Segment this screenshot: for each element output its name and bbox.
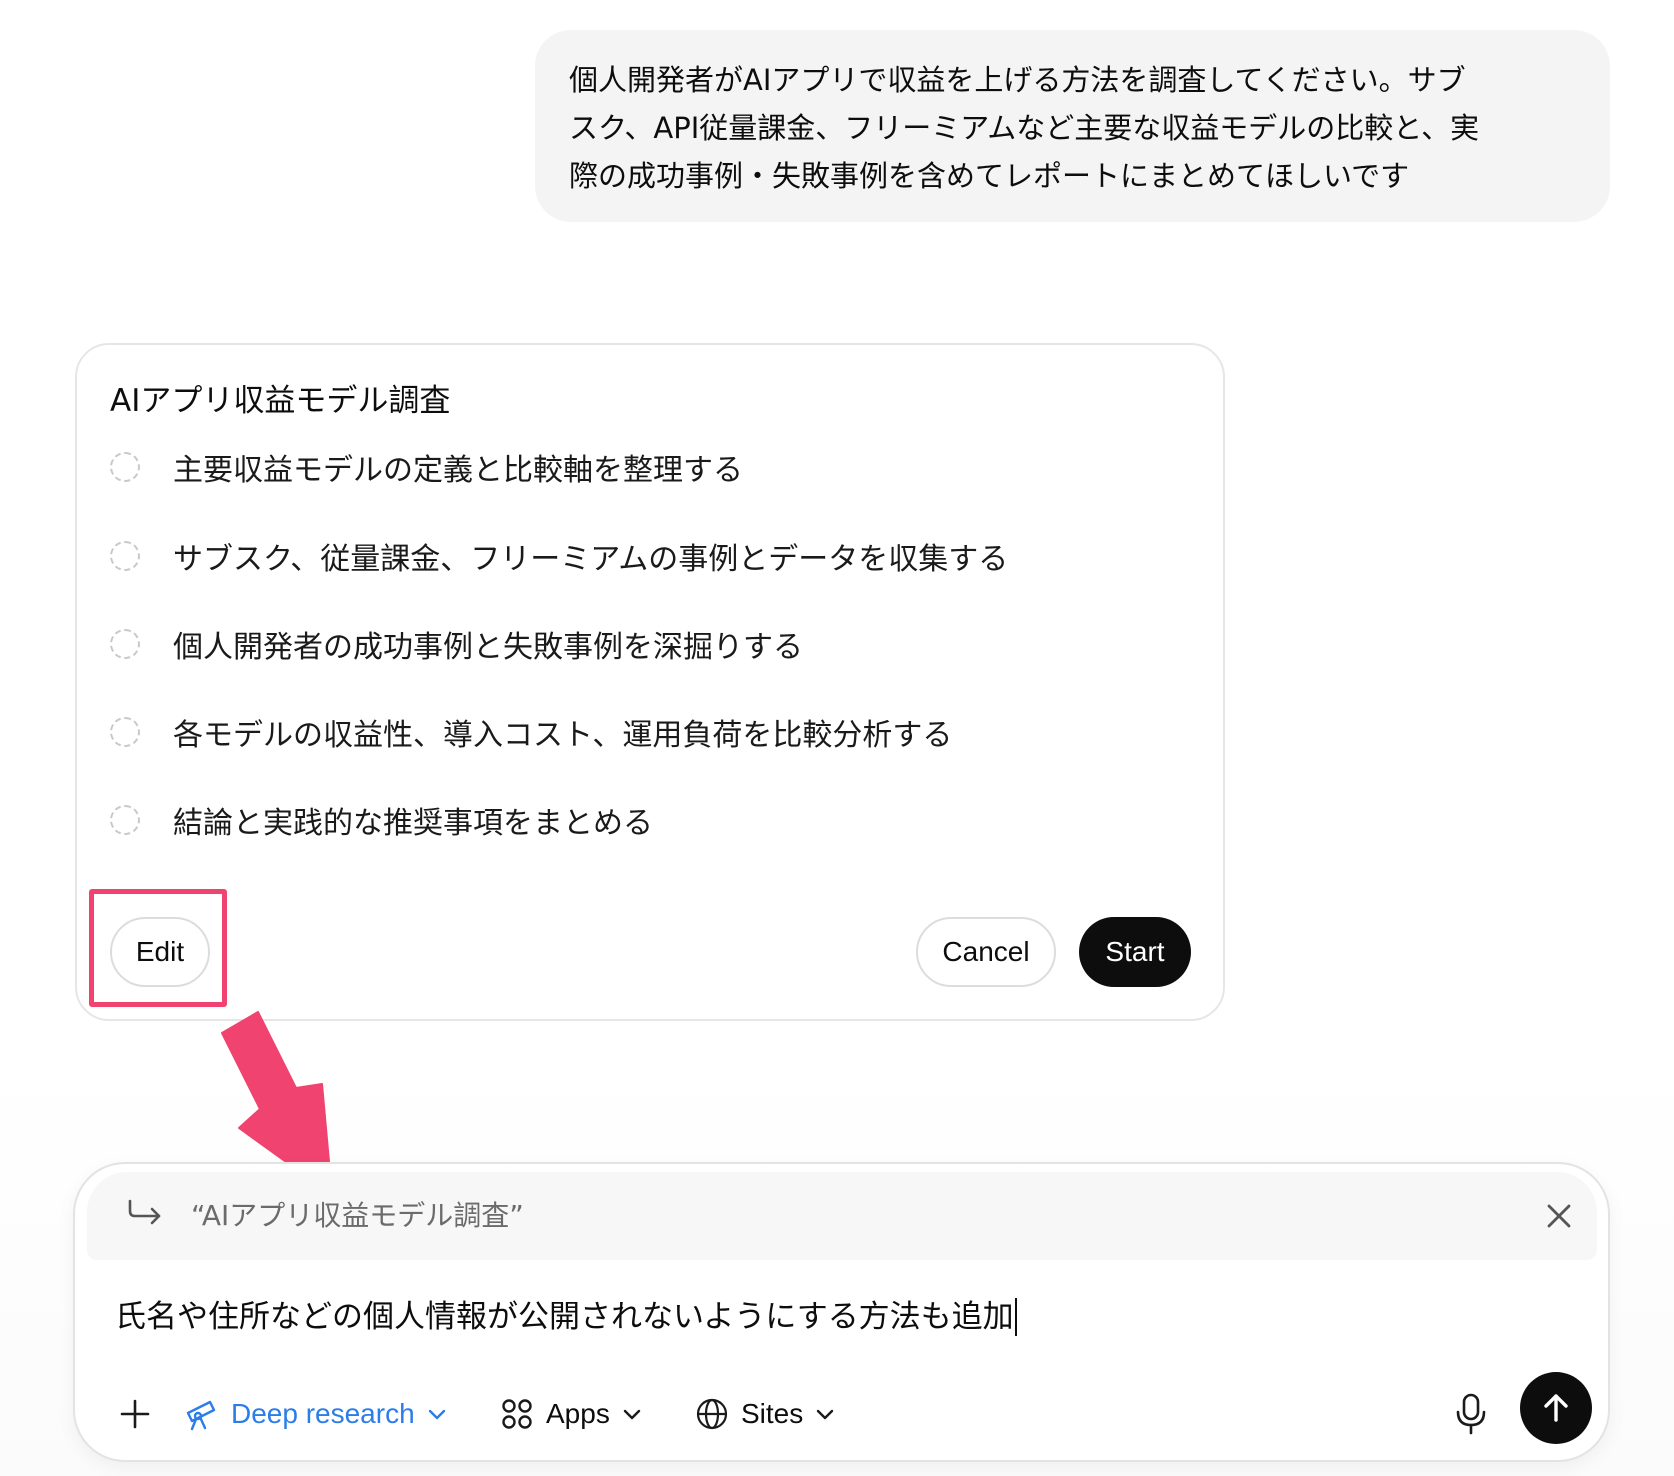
plan-step: サブスク、従量課金、フリーミアムの事例とデータを収集する: [110, 533, 1008, 579]
cancel-button[interactable]: Cancel: [916, 917, 1056, 987]
plan-step-text: 主要収益モデルの定義と比較軸を整理する: [173, 453, 743, 488]
user-message-line: 際の成功事例・失敗事例を含めてレポートにまとめてほしいです: [569, 159, 1410, 193]
user-message-line: 個人開発者がAIアプリで収益を上げる方法を調査してください。サブ: [569, 63, 1466, 97]
microphone-icon[interactable]: [1451, 1392, 1491, 1436]
chevron-down-icon: [623, 1409, 641, 1420]
close-icon[interactable]: [1542, 1199, 1576, 1233]
plus-icon: [120, 1399, 150, 1429]
pending-step-icon: [110, 629, 140, 659]
pending-step-icon: [110, 541, 140, 571]
add-attachment-button[interactable]: [113, 1384, 157, 1444]
message-composer: “AIアプリ収益モデル調査” 氏名や住所などの個人情報が公開されないようにする方…: [73, 1162, 1610, 1462]
quoted-reference-bar: “AIアプリ収益モデル調査”: [87, 1172, 1597, 1260]
globe-icon: [696, 1398, 728, 1430]
apps-button[interactable]: Apps: [500, 1384, 642, 1444]
apps-grid-icon: [502, 1399, 532, 1429]
plan-title: AIアプリ収益モデル調査: [110, 383, 451, 419]
reply-arrow-icon: [128, 1199, 161, 1225]
sites-label: Sites: [741, 1398, 804, 1429]
research-plan-card: AIアプリ収益モデル調査 主要収益モデルの定義と比較軸を整理する サブスク、従量…: [75, 343, 1225, 1021]
deep-research-button[interactable]: Deep research: [183, 1384, 447, 1444]
pending-step-icon: [110, 452, 140, 482]
message-input[interactable]: 氏名や住所などの個人情報が公開されないようにする方法も追加: [115, 1292, 1555, 1342]
chevron-down-icon: [817, 1409, 834, 1420]
telescope-icon: [186, 1400, 216, 1431]
arrow-up-icon: [1544, 1394, 1568, 1422]
user-message-bubble: 個人開発者がAIアプリで収益を上げる方法を調査してください。サブ スク、API従…: [535, 30, 1610, 222]
edit-button[interactable]: Edit: [110, 917, 210, 987]
plan-step-text: 個人開発者の成功事例と失敗事例を深掘りする: [173, 630, 803, 665]
chat-page: 個人開発者がAIアプリで収益を上げる方法を調査してください。サブ スク、API従…: [0, 0, 1674, 1476]
plan-step: 主要収益モデルの定義と比較軸を整理する: [110, 444, 743, 490]
chevron-down-icon: [428, 1409, 445, 1420]
plan-step-text: 各モデルの収益性、導入コスト、運用負荷を比較分析する: [173, 718, 953, 753]
plan-step-text: 結論と実践的な推奨事項をまとめる: [173, 806, 653, 841]
plan-step: 個人開発者の成功事例と失敗事例を深掘りする: [110, 621, 803, 667]
user-message-line: スク、API従量課金、フリーミアムなど主要な収益モデルの比較と、実: [569, 111, 1480, 145]
message-input-text: 氏名や住所などの個人情報が公開されないようにする方法も追加: [115, 1299, 1014, 1335]
plan-step: 各モデルの収益性、導入コスト、運用負荷を比較分析する: [110, 709, 952, 755]
start-button[interactable]: Start: [1079, 917, 1191, 987]
send-button[interactable]: [1520, 1372, 1592, 1444]
text-caret: [1014, 1298, 1017, 1336]
apps-label: Apps: [546, 1398, 610, 1429]
deep-research-label: Deep research: [231, 1398, 415, 1429]
plan-step: 結論と実践的な推奨事項をまとめる: [110, 797, 653, 843]
quoted-text: “AIアプリ収益モデル調査”: [191, 1199, 524, 1232]
plan-step-text: サブスク、従量課金、フリーミアムの事例とデータを収集する: [173, 542, 1009, 577]
pending-step-icon: [110, 805, 140, 835]
sites-button[interactable]: Sites: [695, 1384, 835, 1444]
pending-step-icon: [110, 717, 140, 747]
